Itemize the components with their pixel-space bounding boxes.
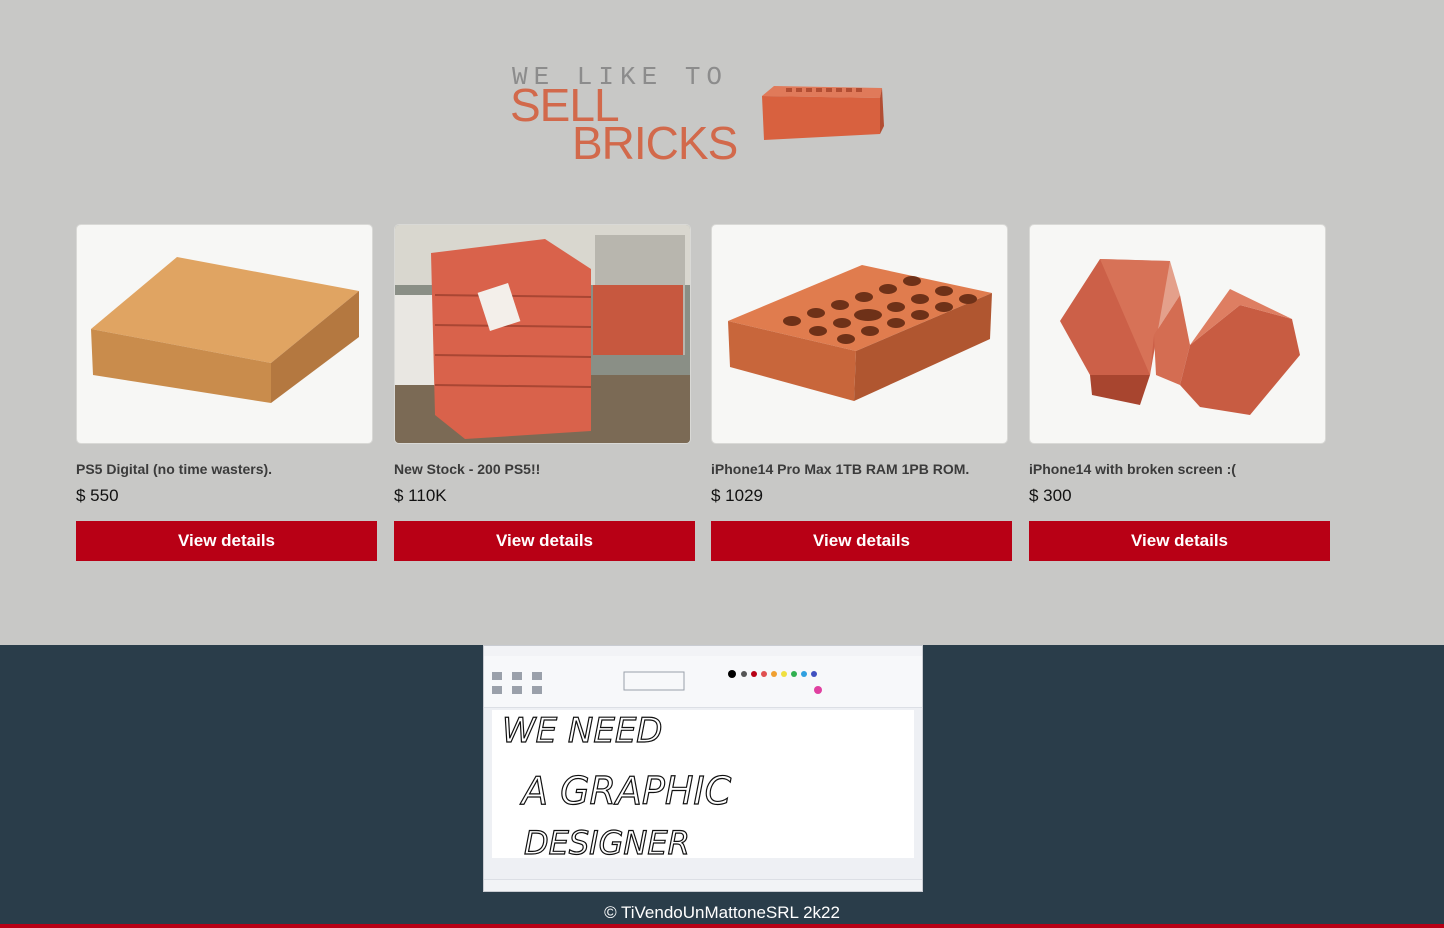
hollow-brick-icon	[728, 265, 992, 401]
view-details-button[interactable]: View details	[1029, 521, 1330, 561]
view-details-button[interactable]: View details	[711, 521, 1012, 561]
paint-screenshot-image: WE NEED A GRAPHIC DESIGNER	[483, 645, 923, 892]
footer-accent-line	[0, 924, 1444, 928]
product-image[interactable]	[76, 224, 373, 444]
svg-text:DESIGNER: DESIGNER	[524, 824, 690, 858]
footer: WE NEED A GRAPHIC DESIGNER © TiVendoUnMa…	[0, 645, 1444, 928]
product-title[interactable]: iPhone14 Pro Max 1TB RAM 1PB ROM.	[711, 461, 969, 477]
product-card: iPhone14 Pro Max 1TB RAM 1PB ROM. $ 1029…	[711, 224, 1013, 561]
svg-text:A GRAPHIC: A GRAPHIC	[519, 769, 732, 813]
product-price: $ 110K	[394, 486, 447, 505]
paint-ribbon	[484, 656, 922, 708]
product-card: New Stock - 200 PS5!! $ 110K View detail…	[394, 224, 696, 561]
product-title[interactable]: iPhone14 with broken screen :(	[1029, 461, 1236, 477]
product-card: PS5 Digital (no time wasters). $ 550 Vie…	[76, 224, 378, 561]
product-price: $ 300	[1029, 486, 1072, 505]
product-image[interactable]	[711, 224, 1008, 444]
product-image[interactable]	[1029, 224, 1326, 444]
copyright-text: © TiVendoUnMattoneSRL 2k22	[604, 903, 840, 922]
paint-canvas: WE NEED A GRAPHIC DESIGNER	[492, 710, 914, 863]
view-details-button[interactable]: View details	[394, 521, 695, 561]
broken-brick-icon	[1060, 259, 1300, 415]
logo-line-bricks: BRICKS	[572, 117, 738, 169]
brick-pallet-icon	[395, 225, 690, 443]
product-title[interactable]: PS5 Digital (no time wasters).	[76, 461, 272, 477]
handwritten-text: WE NEED A GRAPHIC DESIGNER	[501, 710, 732, 862]
product-title[interactable]: New Stock - 200 PS5!!	[394, 461, 540, 477]
paint-titlebar	[484, 646, 922, 656]
view-details-button[interactable]: View details	[76, 521, 377, 561]
product-card: iPhone14 with broken screen :( $ 300 Vie…	[1029, 224, 1331, 561]
site-logo[interactable]: WE LIKE TO SELL BRICKS	[510, 62, 890, 172]
logo-brick-icon	[762, 86, 884, 140]
product-price: $ 550	[76, 486, 119, 505]
svg-text:WE NEED: WE NEED	[502, 711, 663, 751]
product-price: $ 1029	[711, 486, 763, 505]
paint-toolbar-icons	[492, 670, 822, 694]
brick-icon	[91, 257, 359, 403]
paint-statusbar	[484, 879, 922, 891]
product-image[interactable]	[394, 224, 691, 444]
